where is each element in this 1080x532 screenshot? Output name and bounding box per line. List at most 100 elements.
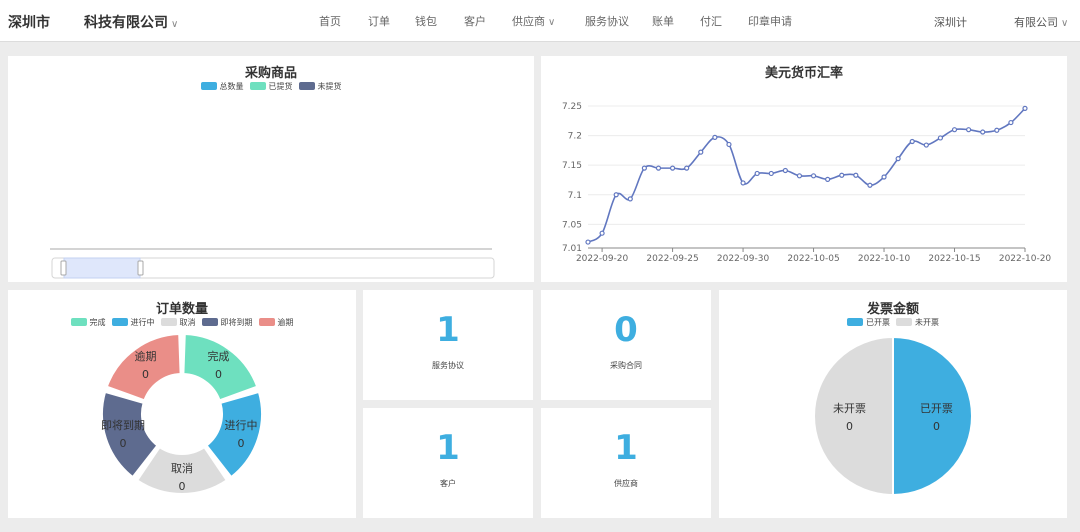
rate-data-point[interactable] [698, 149, 704, 155]
rate-data-point[interactable] [585, 239, 591, 245]
rate-data-point[interactable] [839, 172, 845, 178]
nav-item[interactable]: 服务协议 [585, 13, 629, 29]
rate-data-point[interactable] [627, 196, 633, 202]
order-donut-chart: 完成 0 进行中 0 取消 0 即将到期 0 逾期 0 [101, 333, 263, 495]
rate-data-point[interactable] [895, 156, 901, 162]
nav-item[interactable]: 订单 [368, 13, 390, 29]
rate-data-point[interactable] [669, 165, 676, 171]
stat-label: 采购合同 [610, 361, 642, 370]
rate-data-point[interactable] [740, 180, 746, 186]
rate-data-point[interactable] [853, 172, 859, 178]
invoice-amount-panel: 发票金额 已开票 未开票 已开票 0 未开票 0 [719, 290, 1067, 518]
company-selector[interactable]: 科技有限公司 ∨ [84, 12, 178, 32]
rate-data-point[interactable] [768, 170, 774, 177]
rate-data-point[interactable] [1008, 119, 1014, 126]
top-navbar: 深圳市 科技有限公司 ∨ 首页 订单 钱包 客户 供应商 ∨ 服务协议 账单 付汇 印章申请 深圳计… [0, 0, 1080, 42]
exchange-rate-panel: 美元货币汇率 7.25 7.2 7.15 7.1 7.05 7.01 2022-09-20 2… [541, 56, 1067, 282]
y-tick-label: 7.25 [562, 102, 582, 112]
stat-value: 1 [614, 428, 638, 468]
rate-data-point[interactable] [937, 135, 944, 141]
nav-item-label: 账单 [652, 15, 674, 28]
stat-card-service-agreement[interactable]: 1 服务协议 [363, 290, 533, 400]
chevron-down-icon: ∨ [548, 17, 556, 28]
x-tick-label: 2022-09-30 [717, 254, 770, 264]
nav-item-label: 付汇 [700, 15, 722, 28]
slice-value: 0 [237, 437, 244, 450]
stat-value: 0 [614, 310, 638, 350]
rate-data-point[interactable] [599, 230, 605, 236]
rate-data-point[interactable] [712, 134, 718, 140]
rate-data-point[interactable] [867, 182, 873, 188]
slice-label: 逾期 [135, 349, 157, 363]
rate-data-point[interactable] [796, 173, 803, 179]
rate-data-point[interactable] [1022, 105, 1028, 111]
exchange-rate-chart: 7.25 7.2 7.15 7.1 7.05 7.012022-09-20 2022-09-… [562, 102, 1052, 264]
rate-data-point[interactable] [726, 141, 732, 148]
rate-data-point[interactable] [881, 174, 887, 180]
slice-value: 0 [179, 480, 186, 493]
rate-data-point[interactable] [613, 192, 619, 198]
purchase-chart [50, 248, 495, 279]
data-zoom-handle-right[interactable] [137, 260, 144, 276]
slice-label: 进行中 [224, 419, 257, 432]
y-tick-label: 7.05 [562, 220, 582, 230]
slice-label: 未开票 [833, 402, 866, 415]
nav-item[interactable]: 首页 [319, 13, 341, 29]
rate-data-point[interactable] [655, 165, 662, 171]
stat-label: 服务协议 [432, 361, 464, 370]
pie-slice[interactable] [813, 335, 894, 497]
slice-label: 完成 [207, 349, 229, 363]
rate-data-point[interactable] [782, 167, 788, 174]
slice-value: 0 [846, 420, 853, 433]
rate-data-point[interactable] [810, 173, 817, 179]
nav-item-label: 印章申请 [748, 15, 792, 28]
account-menu[interactable]: 有限公司 ∨ [1014, 14, 1068, 30]
slice-value: 0 [142, 368, 149, 381]
data-zoom-handle-left[interactable] [60, 260, 67, 276]
nav-item[interactable]: 印章申请 [748, 13, 792, 29]
nav-item-label: 钱包 [415, 15, 437, 28]
rate-data-point[interactable] [923, 142, 929, 148]
stat-card-supplier[interactable]: 1 供应商 [541, 408, 711, 518]
rate-data-point[interactable] [909, 138, 915, 145]
slice-label: 已开票 [920, 402, 953, 415]
rate-data-point[interactable] [980, 129, 986, 135]
account-name: 有限公司 [1014, 16, 1058, 29]
nav-item-label: 客户 [464, 15, 486, 28]
stat-card-purchase-contract[interactable]: 0 采购合同 [541, 290, 711, 400]
city-selector[interactable]: 深圳市 [8, 12, 50, 32]
rate-data-point[interactable] [825, 176, 831, 182]
slice-label: 即将到期 [101, 419, 145, 432]
stat-label: 供应商 [614, 479, 638, 488]
x-tick-label: 2022-10-15 [928, 254, 980, 264]
stat-value: 1 [436, 428, 460, 468]
nav-item[interactable]: 付汇 [700, 13, 722, 29]
pie-slice[interactable] [892, 335, 973, 497]
rate-data-point[interactable] [966, 127, 972, 133]
nav-item[interactable]: 供应商 ∨ [512, 13, 555, 29]
slice-value: 0 [120, 437, 127, 450]
nav-item[interactable]: 客户 [464, 13, 486, 29]
rate-data-point[interactable] [754, 170, 760, 177]
region-label[interactable]: 深圳计 [934, 14, 967, 30]
rate-data-point[interactable] [951, 127, 958, 133]
y-tick-label: 7.15 [562, 161, 582, 171]
x-tick-label: 2022-10-10 [858, 254, 911, 264]
stat-card-customer[interactable]: 1 客户 [363, 408, 533, 518]
nav-item-label: 供应商 [512, 15, 545, 28]
rate-data-point[interactable] [641, 165, 647, 171]
rate-series-line [587, 107, 1026, 243]
invoice-pie-chart: 已开票 0 未开票 0 [813, 335, 973, 497]
rate-data-point[interactable] [994, 127, 1000, 133]
slice-label: 取消 [171, 461, 193, 475]
nav-item[interactable]: 钱包 [415, 13, 437, 29]
x-tick-label: 2022-09-25 [646, 254, 698, 264]
company-name: 科技有限公司 [84, 15, 168, 31]
y-tick-label: 7.01 [562, 244, 582, 254]
nav-item[interactable]: 账单 [652, 13, 674, 29]
rate-data-point[interactable] [684, 165, 690, 171]
slice-value: 0 [215, 368, 222, 381]
x-tick-label: 2022-10-20 [999, 254, 1052, 264]
purchase-goods-panel: 采购商品 总数量 已提货 未提货 [8, 56, 534, 282]
data-zoom-window[interactable] [63, 257, 141, 279]
